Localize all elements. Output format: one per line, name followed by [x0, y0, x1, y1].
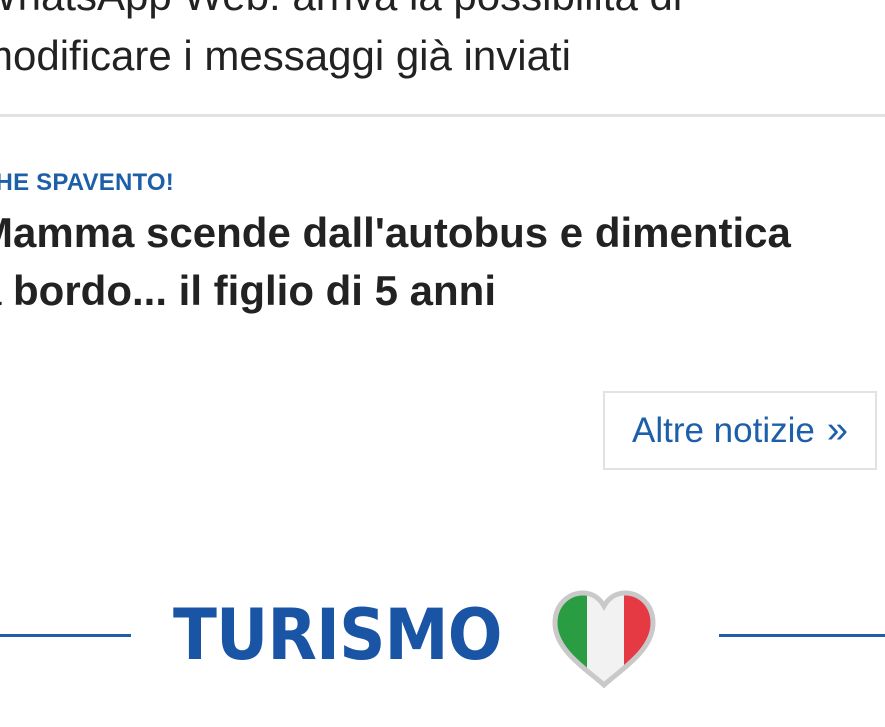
more-news-button[interactable]: Altre notizie »: [603, 391, 877, 470]
article-kicker: CHE SPAVENTO!: [0, 169, 174, 196]
section-divider-left: [0, 634, 131, 637]
section-divider-right: [719, 634, 885, 637]
section-title[interactable]: TURISMO: [173, 600, 502, 670]
article-divider: [0, 114, 885, 117]
article-headline[interactable]: Mamma scende dall'autobus e dimentica a …: [0, 204, 885, 320]
article-headline-line1[interactable]: Mamma scende dall'autobus e dimentica: [0, 204, 885, 262]
more-news-label: Altre notizie: [631, 410, 815, 450]
top-article-headline[interactable]: WhatsApp Web: arriva la possibilità di m…: [0, 0, 885, 86]
double-chevron-right-icon: »: [826, 409, 848, 451]
article-headline-line2[interactable]: a bordo... il figlio di 5 anni: [0, 262, 885, 320]
top-article-headline-line2[interactable]: modificare i messaggi già inviati: [0, 26, 885, 86]
top-article-headline-line1[interactable]: WhatsApp Web: arriva la possibilità di: [0, 0, 885, 26]
top-article[interactable]: WhatsApp Web: arriva la possibilità di m…: [0, 0, 885, 86]
page: WhatsApp Web: arriva la possibilità di m…: [0, 0, 885, 727]
italy-heart-icon: [552, 590, 656, 689]
news-article[interactable]: CHE SPAVENTO! Mamma scende dall'autobus …: [0, 168, 885, 320]
